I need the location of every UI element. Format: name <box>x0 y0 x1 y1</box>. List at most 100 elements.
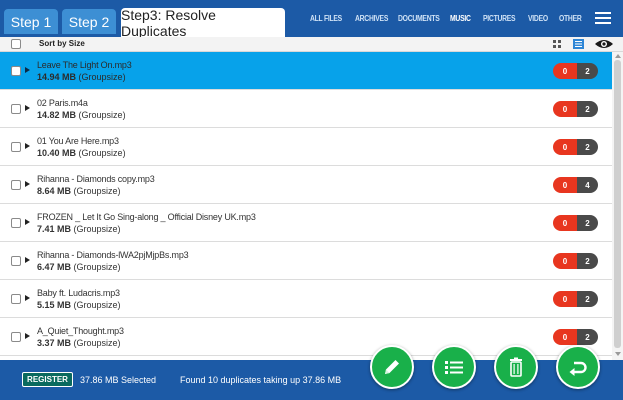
undo-icon <box>569 361 587 376</box>
badge-total-count: 2 <box>577 329 598 345</box>
list-view-icon[interactable] <box>573 39 584 49</box>
file-name: 02 Paris.m4a <box>37 98 88 108</box>
file-row[interactable]: FROZEN _ Let It Go Sing-along _ Official… <box>0 204 612 242</box>
duplicate-count-badge[interactable]: 0 2 <box>553 329 598 345</box>
file-size-value: 6.47 MB <box>37 262 72 272</box>
file-size-value: 3.37 MB <box>37 338 72 348</box>
file-row[interactable]: Baby ft. Ludacris.mp3 5.15 MB (Groupsize… <box>0 280 612 318</box>
file-row[interactable]: Rihanna - Diamonds copy.mp3 8.64 MB (Gro… <box>0 166 612 204</box>
duplicate-count-badge[interactable]: 0 2 <box>553 291 598 307</box>
file-name: FROZEN _ Let It Go Sing-along _ Official… <box>37 212 256 222</box>
badge-selected-count: 0 <box>553 215 577 231</box>
badge-selected-count: 0 <box>553 177 577 193</box>
badge-selected-count: 0 <box>553 253 577 269</box>
file-row[interactable]: Rihanna - Diamonds-lWA2pjMjpBs.mp3 6.47 … <box>0 242 612 280</box>
file-size: 5.15 MB (Groupsize) <box>37 300 121 310</box>
eye-icon[interactable] <box>594 38 614 50</box>
file-size-note: (Groupsize) <box>78 72 126 82</box>
badge-total-count: 2 <box>577 291 598 307</box>
top-header: Step 1 Step 2 Step3: Resolve Duplicates … <box>0 0 623 39</box>
file-size-note: (Groupsize) <box>73 186 121 196</box>
badge-selected-count: 0 <box>553 291 577 307</box>
play-icon[interactable] <box>25 181 30 187</box>
row-checkbox[interactable] <box>11 256 21 266</box>
file-size-note: (Groupsize) <box>73 224 121 234</box>
scrollbar-thumb[interactable] <box>614 60 621 348</box>
row-checkbox[interactable] <box>11 218 21 228</box>
grid-view-icon[interactable] <box>553 40 561 48</box>
badge-total-count: 2 <box>577 101 598 117</box>
file-row[interactable]: 01 You Are Here.mp3 10.40 MB (Groupsize)… <box>0 128 612 166</box>
play-icon[interactable] <box>25 219 30 225</box>
file-row[interactable]: Leave The Light On.mp3 14.94 MB (Groupsi… <box>0 52 612 90</box>
duplicate-count-badge[interactable]: 0 2 <box>553 101 598 117</box>
play-icon[interactable] <box>25 257 30 263</box>
sort-by-size-label[interactable]: Sort by Size <box>39 39 85 48</box>
selected-size-text: 37.86 MB Selected <box>80 375 157 385</box>
duplicate-finder-app: Step 1 Step 2 Step3: Resolve Duplicates … <box>0 0 623 400</box>
badge-total-count: 2 <box>577 215 598 231</box>
file-size-note: (Groupsize) <box>73 338 121 348</box>
tab-step-3[interactable]: Step3: Resolve Duplicates <box>121 7 285 39</box>
file-name: 01 You Are Here.mp3 <box>37 136 119 146</box>
badge-total-count: 2 <box>577 253 598 269</box>
play-icon[interactable] <box>25 67 30 73</box>
file-name: Rihanna - Diamonds copy.mp3 <box>37 174 155 184</box>
row-checkbox[interactable] <box>11 142 21 152</box>
file-size: 3.37 MB (Groupsize) <box>37 338 121 348</box>
file-size-value: 10.40 MB <box>37 148 77 158</box>
file-size: 14.82 MB (Groupsize) <box>37 110 126 120</box>
duplicate-count-badge[interactable]: 0 2 <box>553 63 598 79</box>
edit-button[interactable] <box>370 345 414 389</box>
delete-button[interactable] <box>494 345 538 389</box>
file-name: Rihanna - Diamonds-lWA2pjMjpBs.mp3 <box>37 250 189 260</box>
file-name: Baby ft. Ludacris.mp3 <box>37 288 120 298</box>
nav-archives[interactable]: ARCHIVES <box>355 14 388 23</box>
duplicate-count-badge[interactable]: 0 2 <box>553 253 598 269</box>
file-size-value: 14.94 MB <box>37 72 77 82</box>
row-checkbox[interactable] <box>11 294 21 304</box>
file-size-note: (Groupsize) <box>78 110 126 120</box>
duplicate-count-badge[interactable]: 0 4 <box>553 177 598 193</box>
nav-all-files[interactable]: ALL FILES <box>310 14 342 23</box>
file-size-note: (Groupsize) <box>73 262 121 272</box>
list-action-button[interactable] <box>432 345 476 389</box>
undo-button[interactable] <box>556 345 600 389</box>
tab-step-2[interactable]: Step 2 <box>62 9 116 34</box>
trash-icon <box>510 357 522 377</box>
nav-pictures[interactable]: PICTURES <box>483 14 516 23</box>
file-size-note: (Groupsize) <box>78 148 126 158</box>
scroll-up-icon[interactable] <box>615 54 621 58</box>
nav-music[interactable]: MUSIC <box>450 14 471 23</box>
file-size: 14.94 MB (Groupsize) <box>37 72 126 82</box>
file-size-value: 14.82 MB <box>37 110 77 120</box>
nav-documents[interactable]: DOCUMENTS <box>398 14 440 23</box>
play-icon[interactable] <box>25 105 30 111</box>
duplicate-count-badge[interactable]: 0 2 <box>553 139 598 155</box>
file-size-note: (Groupsize) <box>73 300 121 310</box>
badge-selected-count: 0 <box>553 139 577 155</box>
hamburger-menu-icon[interactable] <box>595 12 611 25</box>
register-button[interactable]: REGISTER <box>22 372 73 387</box>
duplicates-found-text: Found 10 duplicates taking up 37.86 MB <box>180 375 342 385</box>
duplicate-count-badge[interactable]: 0 2 <box>553 215 598 231</box>
file-name: Leave The Light On.mp3 <box>37 60 132 70</box>
row-checkbox[interactable] <box>11 104 21 114</box>
file-size: 10.40 MB (Groupsize) <box>37 148 126 158</box>
row-checkbox[interactable] <box>11 66 21 76</box>
file-row[interactable]: 02 Paris.m4a 14.82 MB (Groupsize) 0 2 <box>0 90 612 128</box>
pencil-icon <box>385 360 399 374</box>
scroll-down-icon[interactable] <box>615 352 621 356</box>
badge-selected-count: 0 <box>553 63 577 79</box>
row-checkbox[interactable] <box>11 180 21 190</box>
tab-step-1[interactable]: Step 1 <box>4 9 58 34</box>
row-checkbox[interactable] <box>11 332 21 342</box>
duplicate-file-list: Leave The Light On.mp3 14.94 MB (Groupsi… <box>0 52 612 360</box>
file-size-value: 8.64 MB <box>37 186 72 196</box>
nav-other[interactable]: OTHER <box>559 14 582 23</box>
play-icon[interactable] <box>25 333 30 339</box>
play-icon[interactable] <box>25 295 30 301</box>
select-all-checkbox[interactable] <box>11 39 21 49</box>
play-icon[interactable] <box>25 143 30 149</box>
nav-video[interactable]: VIDEO <box>528 14 548 23</box>
